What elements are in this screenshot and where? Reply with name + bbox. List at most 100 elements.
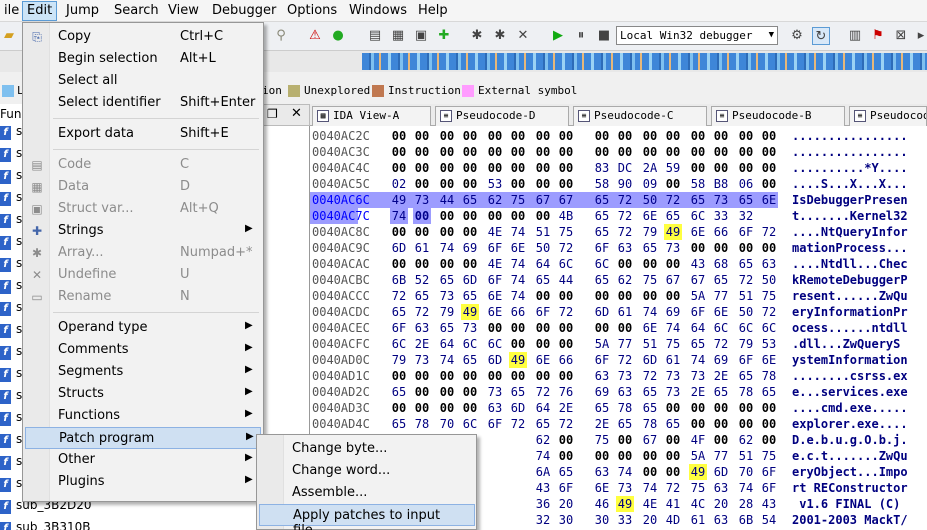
hex-byte[interactable]: 6C [461, 336, 479, 352]
hex-row[interactable]: 0040AC8C 00 00 00 00 4E 74 51 75 65 72 79 49 6E 66 6F 72… [310, 224, 927, 240]
hex-byte[interactable]: 00 [486, 160, 504, 176]
menu-item-strings[interactable]: ✚ Strings ▶ [25, 220, 261, 242]
hex-byte[interactable]: 73 [616, 480, 634, 496]
hex-byte[interactable]: 2A [641, 160, 659, 176]
hex-byte[interactable]: 6E [689, 224, 707, 240]
hex-byte[interactable]: 69 [664, 304, 682, 320]
hex-byte[interactable]: 66 [712, 224, 730, 240]
hex-byte[interactable]: 00 [461, 256, 479, 272]
hex-byte[interactable]: 74 [641, 480, 659, 496]
hex-byte[interactable]: 00 [712, 432, 730, 448]
submenu-item-change-word[interactable]: Change word... [259, 460, 475, 482]
menu-item-data[interactable]: ▦ Data D [25, 176, 261, 198]
menu-item-other[interactable]: Other ▶ [25, 449, 261, 471]
hex-byte[interactable]: 00 [641, 256, 659, 272]
hex-byte[interactable]: 00 [509, 368, 527, 384]
hex-byte[interactable]: 00 [438, 368, 456, 384]
hex-byte[interactable]: 00 [664, 432, 682, 448]
hex-byte[interactable]: 74 [534, 448, 552, 464]
hex-byte[interactable]: 00 [760, 176, 778, 192]
hex-byte[interactable]: 00 [461, 144, 479, 160]
search-icon[interactable]: ⚲ [272, 27, 290, 45]
hex-byte[interactable]: 65 [534, 416, 552, 432]
hex-byte[interactable]: 00 [390, 256, 408, 272]
hex-row[interactable]: 0040ACBC 6B 52 65 6D 6F 74 65 44 65 62 75 67 67 65 72 50… [310, 272, 927, 288]
hex-byte[interactable]: 74 [509, 256, 527, 272]
hex-byte[interactable]: 74 [689, 352, 707, 368]
hex-byte[interactable]: 75 [557, 224, 575, 240]
hex-byte[interactable]: 74 [737, 480, 755, 496]
hex-byte[interactable]: 51 [641, 336, 659, 352]
menu-debugger[interactable]: Debugger [208, 1, 280, 21]
hex-byte[interactable]: 00 [760, 144, 778, 160]
hex-byte[interactable]: 75 [509, 192, 527, 208]
hex-byte[interactable]: DC [616, 160, 634, 176]
hex-byte[interactable]: 00 [616, 256, 634, 272]
hex-byte[interactable]: 00 [390, 400, 408, 416]
hex-row[interactable]: 0040ACEC 6F 63 65 73 00 00 00 00 00 00 6E 74 64 6C 6C 6C… [310, 320, 927, 336]
hex-byte[interactable]: 65 [664, 416, 682, 432]
hex-byte[interactable]: 00 [689, 400, 707, 416]
hex-byte[interactable]: 00 [390, 368, 408, 384]
hex-byte[interactable]: 00 [616, 128, 634, 144]
hex-byte[interactable]: B8 [712, 176, 730, 192]
hex-row[interactable]: 0040AC6C 49 73 44 65 62 75 67 67 65 72 50 72 65 73 65 6E… [310, 192, 927, 208]
hex-byte[interactable]: 00 [760, 128, 778, 144]
hex-byte[interactable]: 00 [461, 400, 479, 416]
tab-pseudocode-b[interactable]: ≡ Pseudocode-B [711, 106, 845, 126]
hex-byte[interactable]: 64 [534, 400, 552, 416]
hex-byte[interactable]: 00 [413, 208, 431, 224]
hex-byte[interactable]: 4D [664, 512, 682, 528]
hex-byte[interactable]: 90 [616, 176, 634, 192]
hex-byte[interactable]: 72 [616, 224, 634, 240]
hex-byte[interactable]: 33 [616, 512, 634, 528]
close-icon[interactable]: ✕ [291, 106, 302, 121]
hex-byte[interactable]: 20 [557, 496, 575, 512]
hex-byte[interactable]: 2E [712, 368, 730, 384]
hex-byte[interactable]: 6E [641, 208, 659, 224]
hex-byte[interactable]: 74 [664, 320, 682, 336]
hex-byte[interactable]: 6D [593, 304, 611, 320]
hex-byte[interactable]: 6C [461, 416, 479, 432]
hex-byte[interactable]: 00 [712, 240, 730, 256]
hex-byte[interactable]: 65 [593, 272, 611, 288]
hex-byte[interactable]: 74 [616, 464, 634, 480]
hex-byte[interactable]: 00 [509, 208, 527, 224]
hex-byte[interactable]: 00 [616, 288, 634, 304]
hex-byte[interactable]: 70 [737, 464, 755, 480]
hex-byte[interactable]: 78 [737, 384, 755, 400]
hex-byte[interactable]: 6B [390, 272, 408, 288]
attach-icon[interactable]: ⚙ [788, 27, 806, 45]
hex-byte[interactable]: 77 [712, 288, 730, 304]
hex-byte[interactable]: 63 [593, 464, 611, 480]
hex-byte[interactable]: 79 [438, 304, 456, 320]
hex-byte[interactable]: 65 [712, 384, 730, 400]
hex-byte[interactable]: 6F [486, 272, 504, 288]
hex-byte[interactable]: 00 [461, 384, 479, 400]
hex-byte[interactable]: 20 [641, 512, 659, 528]
menu-item-array[interactable]: ✱ Array... Numpad+* [25, 242, 261, 264]
hex-row[interactable]: 0040AC5C 02 00 00 00 53 00 00 00 58 90 09 00 58 B8 06 00… [310, 176, 927, 192]
hex-byte[interactable]: 06 [737, 176, 755, 192]
hex-byte[interactable]: 2E [413, 336, 431, 352]
hex-byte[interactable]: 00 [557, 176, 575, 192]
hex-byte[interactable]: 00 [438, 176, 456, 192]
hex-byte[interactable]: 63 [616, 240, 634, 256]
hex-byte[interactable]: 00 [641, 288, 659, 304]
hex-byte[interactable]: 00 [712, 400, 730, 416]
menu-item-export-data[interactable]: Export data Shift+E [25, 123, 261, 145]
hex-byte[interactable]: 49 [616, 496, 634, 512]
hex-byte[interactable]: 00 [390, 224, 408, 240]
hex-byte[interactable]: 6E [534, 352, 552, 368]
hex-byte[interactable]: 00 [593, 448, 611, 464]
hex-byte[interactable]: 00 [534, 288, 552, 304]
menu-search[interactable]: Search [110, 1, 163, 21]
stop-icon[interactable]: ■ [595, 27, 613, 45]
hex-byte[interactable]: 65 [737, 368, 755, 384]
hex-byte[interactable]: 32 [737, 208, 755, 224]
hex-byte[interactable]: 73 [664, 240, 682, 256]
menu-item-rename[interactable]: ▭ Rename N [25, 286, 261, 308]
hex-byte[interactable]: 64 [689, 320, 707, 336]
menu-view[interactable]: View [164, 1, 203, 21]
hex-byte[interactable]: 51 [737, 288, 755, 304]
